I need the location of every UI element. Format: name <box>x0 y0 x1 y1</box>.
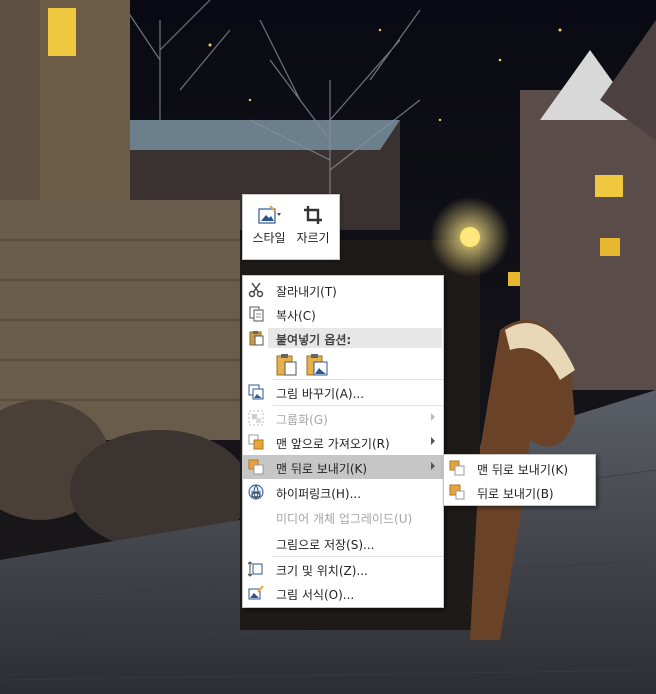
menu-item-copy[interactable]: 복사(C) <box>243 302 443 326</box>
picture-style-icon <box>247 201 291 229</box>
menu-item-group[interactable]: 그룹화(G) <box>243 406 443 430</box>
menu-label-cut: 잘라내기(T) <box>276 285 337 299</box>
send-to-back-icon <box>248 459 264 475</box>
send-backward-icon <box>449 484 465 500</box>
menu-label-group: 그룹화(G) <box>276 413 328 427</box>
paste-icon <box>248 330 264 346</box>
paste-options-label: 붙여넣기 옵션: <box>276 333 352 347</box>
style-button[interactable]: 스타일 <box>247 201 291 253</box>
menu-label-hyperlink: 하이퍼링크(H)... <box>276 487 362 501</box>
menu-label-size-position: 크기 및 위치(Z)... <box>276 564 368 578</box>
menu-label-change-picture: 그림 바꾸기(A)... <box>276 387 365 401</box>
submenu-arrow-icon <box>431 413 435 421</box>
send-to-back-icon <box>449 460 465 476</box>
link-icon <box>248 484 264 500</box>
crop-icon <box>291 201 335 229</box>
size-position-icon <box>248 561 264 577</box>
menu-item-format-picture[interactable]: 그림 서식(O)... <box>243 581 443 605</box>
menu-item-send-to-back[interactable]: 맨 뒤로 보내기(K) <box>243 455 443 479</box>
group-icon <box>248 410 264 426</box>
context-menu: 잘라내기(T) 복사(C) 붙여넣기 옵션: 그림 바꾸기(A)... 그룹화(… <box>242 275 444 608</box>
menu-item-save-as-picture[interactable]: 그림으로 저장(S)... <box>243 531 443 555</box>
menu-item-size-position[interactable]: 크기 및 위치(Z)... <box>243 557 443 581</box>
paste-keep-format-icon[interactable] <box>275 353 299 377</box>
paste-options-header: 붙여넣기 옵션: <box>268 328 442 348</box>
menu-label-copy: 복사(C) <box>276 309 316 323</box>
crop-button[interactable]: 자르기 <box>291 201 335 253</box>
paste-as-picture-icon[interactable] <box>305 353 329 377</box>
style-label: 스타일 <box>252 231 286 245</box>
menu-item-cut[interactable]: 잘라내기(T) <box>243 278 443 302</box>
menu-label-bring-to-front: 맨 앞으로 가져오기(R) <box>276 437 390 451</box>
crop-label: 자르기 <box>296 231 330 245</box>
change-picture-icon <box>248 384 264 400</box>
submenu-arrow-icon <box>431 437 435 445</box>
submenu-arrow-icon <box>431 462 435 470</box>
copy-icon <box>248 306 264 322</box>
menu-label-format-picture: 그림 서식(O)... <box>276 588 355 602</box>
menu-label-save-as-picture: 그림으로 저장(S)... <box>276 538 375 552</box>
scissors-icon <box>248 282 264 298</box>
bring-to-front-icon <box>248 434 264 450</box>
menu-item-change-picture[interactable]: 그림 바꾸기(A)... <box>243 380 443 404</box>
menu-label-media-upgrade: 미디어 개체 업그레이드(U) <box>276 512 413 526</box>
format-picture-icon <box>248 585 264 601</box>
menu-item-hyperlink[interactable]: 하이퍼링크(H)... <box>243 480 443 504</box>
submenu-label-send-backward: 뒤로 보내기(B) <box>477 487 554 501</box>
mini-toolbar: 스타일 자르기 <box>242 194 340 260</box>
menu-item-media-upgrade[interactable]: 미디어 개체 업그레이드(U) <box>243 505 443 529</box>
submenu-label-send-to-back: 맨 뒤로 보내기(K) <box>477 463 569 477</box>
submenu-item-send-to-back[interactable]: 맨 뒤로 보내기(K) <box>444 456 595 480</box>
submenu-item-send-backward[interactable]: 뒤로 보내기(B) <box>444 480 595 504</box>
menu-label-send-to-back: 맨 뒤로 보내기(K) <box>276 462 368 476</box>
menu-item-bring-to-front[interactable]: 맨 앞으로 가져오기(R) <box>243 430 443 454</box>
send-to-back-submenu: 맨 뒤로 보내기(K) 뒤로 보내기(B) <box>443 454 596 506</box>
